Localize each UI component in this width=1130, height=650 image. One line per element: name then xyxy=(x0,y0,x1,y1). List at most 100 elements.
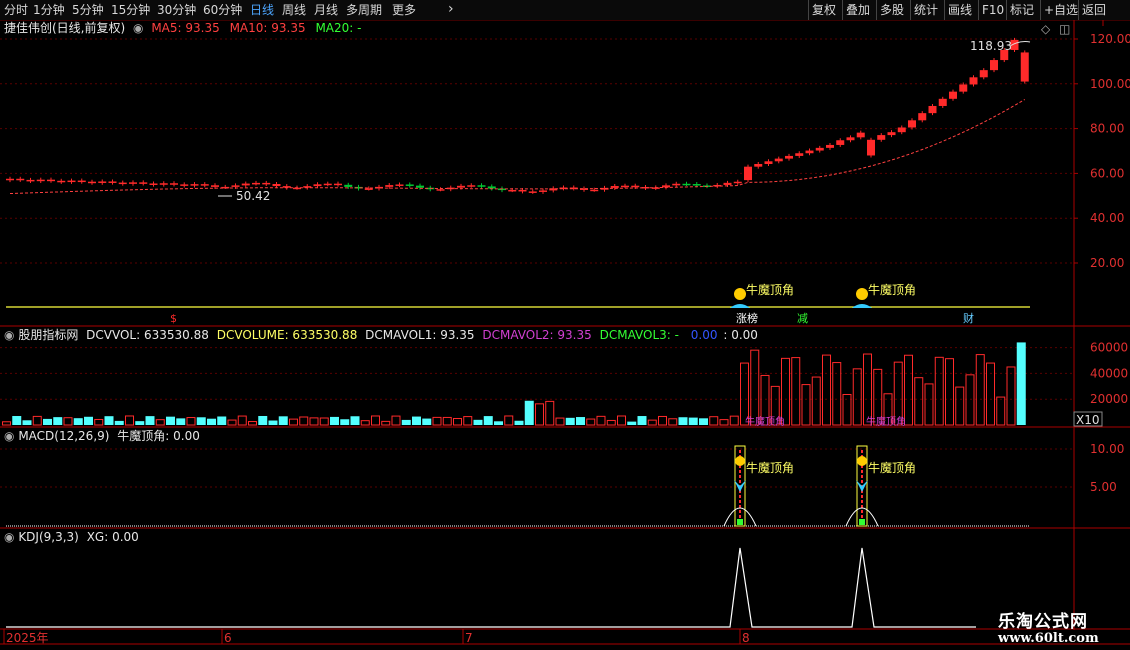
bull-horn-icon xyxy=(852,304,872,308)
candle-body xyxy=(272,183,281,187)
macd-base-marker xyxy=(737,519,743,525)
volume-bar-up xyxy=(504,415,514,426)
stock-chart[interactable]: 120.00 100.00 80.00 60.00 40.00 20.00 60000 400… xyxy=(0,20,1130,650)
volume-bar-up xyxy=(1006,366,1016,426)
period-tab-3[interactable]: 15分钟 xyxy=(111,2,150,18)
toolbar-action-3[interactable]: 统计 xyxy=(914,2,938,18)
candle-body xyxy=(139,182,148,184)
candle-body xyxy=(467,185,476,187)
candle-body xyxy=(118,182,127,185)
candle-body xyxy=(938,98,947,106)
macd-tick-label: 5.00 xyxy=(1090,480,1117,494)
candle-body xyxy=(723,182,732,185)
volume-bar-down xyxy=(278,416,288,425)
toolbar-action-2[interactable]: 多股 xyxy=(880,2,904,18)
volume-bar-down xyxy=(166,416,175,425)
time-axis-label: 7 xyxy=(465,631,473,645)
toolbar-separator xyxy=(978,0,979,20)
volume-tick-label: 60000 xyxy=(1090,341,1128,355)
volume-bar-down xyxy=(258,415,268,425)
candle-body xyxy=(252,182,260,185)
toolbar-separator xyxy=(1040,0,1041,20)
period-tab-6[interactable]: 日线 xyxy=(250,2,274,18)
toolbar-action-8[interactable]: 返回 xyxy=(1082,2,1106,18)
volume-bar-down xyxy=(1016,342,1026,425)
candle-body xyxy=(692,184,701,186)
candle-body xyxy=(805,150,814,154)
volume-bar-up xyxy=(924,383,934,426)
volume-bar-up xyxy=(791,357,801,426)
candle-body xyxy=(949,91,957,99)
price-tick-label: 60.00 xyxy=(1090,166,1124,180)
macd-signals xyxy=(6,445,1030,527)
candle-body xyxy=(815,147,824,151)
volume-bar-down xyxy=(565,417,575,425)
volume-bar-up xyxy=(463,416,473,426)
volume-bar-up xyxy=(227,419,237,426)
money-bag-icon xyxy=(735,456,745,466)
toolbar-action-7[interactable]: +自选 xyxy=(1044,2,1078,18)
candle-body xyxy=(672,183,681,186)
volume-bar-up xyxy=(852,368,862,426)
candle-body xyxy=(313,184,322,187)
candle-body xyxy=(979,70,988,78)
toolbar-separator xyxy=(842,0,843,20)
volume-bar-up xyxy=(996,396,1006,426)
money-bag-icon xyxy=(857,456,867,466)
period-tab-8[interactable]: 月线 xyxy=(314,2,338,18)
volume-bar-up xyxy=(248,421,257,426)
volume-bar-up xyxy=(381,420,391,426)
volume-bar-up xyxy=(453,418,462,426)
candle-body xyxy=(867,139,875,156)
period-tab-7[interactable]: 周线 xyxy=(282,2,306,18)
period-tab-0[interactable]: 分时 xyxy=(4,2,28,18)
volume-bar-up xyxy=(596,415,606,426)
volume-bar-down xyxy=(135,421,145,425)
volume-bar-up xyxy=(125,415,134,426)
volume-bar-up xyxy=(658,415,667,426)
candle-body xyxy=(826,144,834,148)
candle-body xyxy=(764,161,773,164)
volume-bar-down xyxy=(268,420,278,425)
volume-bar-down xyxy=(699,418,708,425)
toolbar-action-6[interactable]: 标记 xyxy=(1010,2,1034,18)
candle-body xyxy=(539,190,547,192)
toolbar-separator xyxy=(1078,0,1079,20)
volume-bar-up xyxy=(319,417,329,426)
candle-body xyxy=(590,189,599,192)
toolbar-action-0[interactable]: 复权 xyxy=(812,2,836,18)
volume-overlay-label: 牛魔顶角 xyxy=(866,415,906,428)
period-tab-10[interactable]: 更多 xyxy=(392,2,416,18)
period-tab-4[interactable]: 30分钟 xyxy=(157,2,196,18)
period-tab-5[interactable]: 60分钟 xyxy=(203,2,242,18)
volume-bar-down xyxy=(12,416,22,425)
volume-bar-down xyxy=(176,418,186,425)
volume-bar-up xyxy=(709,416,719,426)
period-tab-9[interactable]: 多周期 xyxy=(346,2,382,18)
kdj-xg-line xyxy=(6,547,976,628)
volume-bar-up xyxy=(617,415,626,426)
toolbar-action-1[interactable]: 叠加 xyxy=(846,2,870,18)
volume-bar-up xyxy=(893,361,903,426)
candle-body xyxy=(918,113,927,121)
marker-s: $ xyxy=(170,312,177,325)
toolbar-action-4[interactable]: 画线 xyxy=(948,2,972,18)
toolbar-separator xyxy=(808,0,809,20)
volume-bar-up xyxy=(237,415,247,426)
chart-labels: 120.00 100.00 80.00 60.00 40.00 20.00 60000 400… xyxy=(6,32,1130,645)
volume-bar-down xyxy=(627,421,637,425)
period-tab-2[interactable]: 5分钟 xyxy=(72,2,104,18)
candle-body xyxy=(47,179,55,182)
marker-zhangting: 涨榜 xyxy=(736,311,758,325)
chevron-right-icon[interactable]: › xyxy=(448,1,454,17)
volume-tick-label: 20000 xyxy=(1090,392,1128,406)
candle-body xyxy=(887,132,896,136)
watermark-name: 乐淘公式网 xyxy=(998,612,1088,632)
toolbar-action-5[interactable]: F10 xyxy=(982,2,1004,18)
volume-bar-up xyxy=(811,376,821,426)
period-tab-1[interactable]: 1分钟 xyxy=(33,2,65,18)
candle-body xyxy=(959,84,968,92)
volume-bar-up xyxy=(904,354,913,426)
volume-bar-up xyxy=(945,358,954,426)
volume-bar-down xyxy=(637,416,647,425)
